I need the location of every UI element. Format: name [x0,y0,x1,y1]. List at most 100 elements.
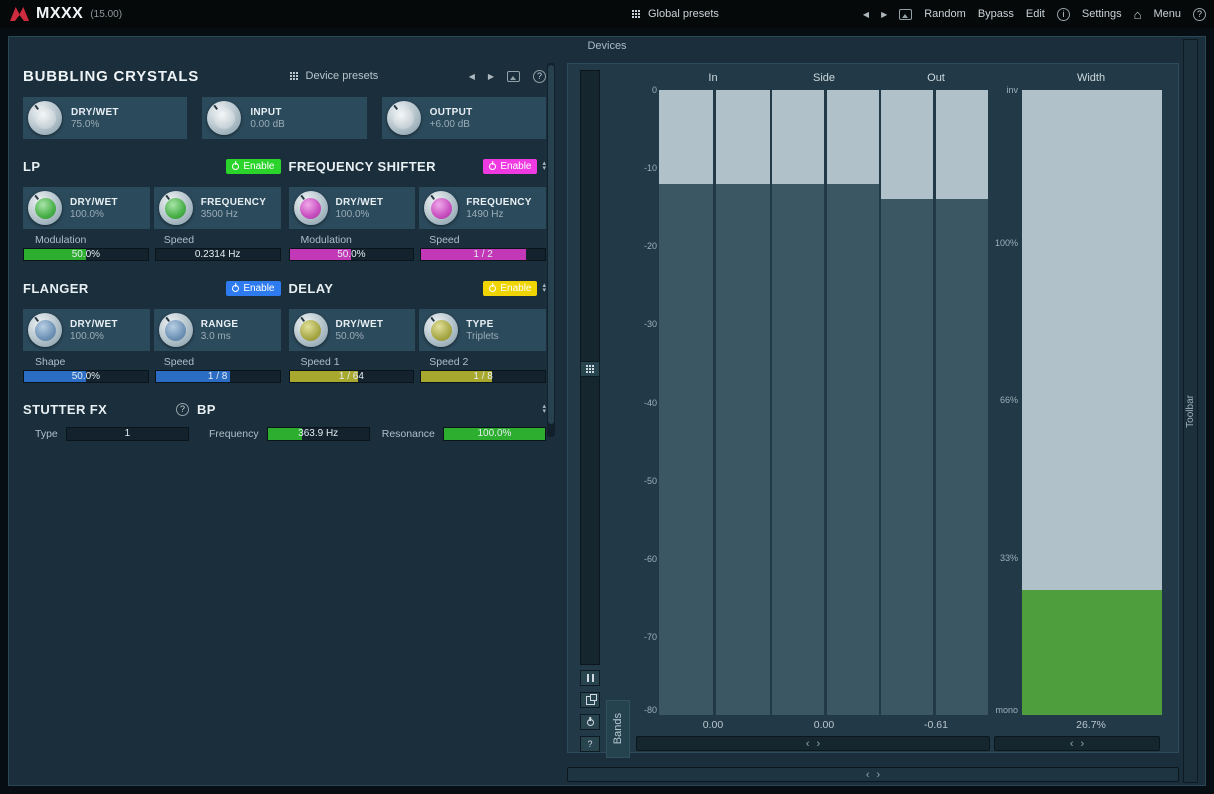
meter-grid-button[interactable] [580,361,600,377]
enable-label: Enable [500,161,531,172]
meter-help-button[interactable]: ? [580,736,600,752]
power-icon [489,163,496,170]
db-tick: -20 [611,241,657,251]
delay-type-knob[interactable]: TYPE Triplets [419,309,546,351]
meter-hscrollbar[interactable]: ‹ › [636,736,990,751]
info-icon[interactable]: i [1057,8,1070,21]
module-flanger: FLANGER Enable DRY/WET 100.0% [23,275,281,383]
bp-resonance-slider[interactable]: 100.0% [443,427,546,441]
lp-modulation-slider[interactable]: 50.0% [23,248,149,261]
shifter-modulation-slider[interactable]: 50.0% [289,248,415,261]
meter-out [881,90,988,715]
meter-width [1022,90,1162,715]
master-output-knob[interactable]: OUTPUT +6.00 dB [382,97,546,139]
module-order-spinner[interactable]: ▴▾ [542,161,546,171]
peak-in: 0.00 [703,719,723,731]
settings-button[interactable]: Settings [1082,8,1122,20]
popup-button[interactable] [580,692,600,708]
power-icon [232,285,239,292]
shifter-speed-slider[interactable]: 1 / 2 [420,248,546,261]
master-dry-wet-knob[interactable]: DRY/WET 75.0% [23,97,187,139]
bottom-hscrollbar[interactable]: ‹ › [567,767,1179,782]
module-frequency-shifter: FREQUENCY SHIFTER Enable ▴▾ [289,153,547,261]
delay-dry-wet-knob[interactable]: DRY/WET 50.0% [289,309,416,351]
flanger-speed-slider[interactable]: 1 / 8 [155,370,281,383]
delay-enable-button[interactable]: Enable [483,281,537,296]
shifter-frequency-knob[interactable]: FREQUENCY 1490 Hz [419,187,546,229]
device-panel: BUBBLING CRYSTALS Device presets ◀ ▶ ? [11,59,557,441]
knob-dial [28,101,62,135]
pause-button[interactable] [580,670,600,686]
knob-dial [28,191,62,225]
global-presets-button[interactable]: Global presets [632,8,719,20]
main-area: Devices BUBBLING CRYSTALS Device presets… [8,36,1206,786]
next-device-preset-button[interactable]: ▶ [488,72,494,81]
master-input-knob[interactable]: INPUT 0.00 dB [202,97,366,139]
db-tick: -40 [611,398,657,408]
prev-preset-button[interactable]: ◀ [863,10,869,19]
flanger-range-knob[interactable]: RANGE 3.0 ms [154,309,281,351]
global-presets-label: Global presets [648,8,719,20]
delay-speed1-slider[interactable]: 1 / 64 [289,370,415,383]
app-version: (15.00) [90,9,122,20]
flanger-enable-button[interactable]: Enable [226,281,280,296]
help-icon[interactable]: ? [1193,8,1206,21]
help-icon: ? [587,739,592,749]
menu-button[interactable]: Menu [1153,8,1181,20]
module-row-2: FLANGER Enable DRY/WET 100.0% [23,275,546,383]
scroll-right-icon[interactable]: › [817,738,821,750]
module-order-spinner[interactable]: ▴▾ [542,283,546,293]
module-title: STUTTER FX [23,402,107,417]
knob-label: DRY/WET [71,107,119,118]
bypass-button[interactable]: Bypass [978,8,1014,20]
lp-frequency-knob[interactable]: FREQUENCY 3500 Hz [154,187,281,229]
meter-side-right [827,90,879,715]
device-title: BUBBLING CRYSTALS [23,68,199,85]
db-tick: -70 [611,632,657,642]
device-presets-button[interactable]: Device presets [290,70,379,82]
meter-power-button[interactable] [580,714,600,730]
window-icon [586,696,595,705]
mxxx-window: MXXX (15.00) Global presets ◀ ▶ Random B… [0,0,1214,794]
lp-dry-wet-knob[interactable]: DRY/WET 100.0% [23,187,150,229]
lp-speed-slider[interactable]: 0.2314 Hz [155,248,281,261]
meter-zoom-track[interactable] [580,70,600,665]
next-preset-button[interactable]: ▶ [881,10,887,19]
db-tick: 0 [611,85,657,95]
tab-devices[interactable]: Devices [9,40,1205,52]
device-help-icon[interactable]: ? [533,70,546,83]
frequency-shifter-enable-button[interactable]: Enable [483,159,537,174]
width-hscrollbar[interactable]: ‹ › [994,736,1160,751]
app-title: MXXX [36,5,83,23]
image-icon[interactable] [507,71,520,82]
scroll-left-icon[interactable]: ‹ [806,738,810,750]
home-icon[interactable]: ⌂ [1134,7,1142,22]
shifter-dry-wet-knob[interactable]: DRY/WET 100.0% [289,187,416,229]
tab-toolbar[interactable]: Toolbar [1183,39,1198,783]
scroll-right-icon[interactable]: › [877,769,881,781]
scroll-left-icon[interactable]: ‹ [866,769,870,781]
meter-side-strip: ? [580,64,600,754]
lp-enable-button[interactable]: Enable [226,159,280,174]
scroll-right-icon[interactable]: › [1081,738,1085,750]
module-delay: DELAY Enable ▴▾ DRY/WET [289,275,547,383]
stutter-type-slider[interactable]: 1 [66,427,189,441]
delay-speed2-slider[interactable]: 1 / 8 [420,370,546,383]
stutter-help-icon[interactable]: ? [176,403,189,416]
module-order-spinner[interactable]: ▴▾ [542,404,546,414]
bp-frequency-slider[interactable]: 363.9 Hz [267,427,370,441]
device-panel-scrollbar[interactable] [547,63,555,437]
meter-column-label-out: Out [927,72,945,84]
flanger-dry-wet-knob[interactable]: DRY/WET 100.0% [23,309,150,351]
param-label: Type [23,428,58,440]
random-button[interactable]: Random [924,8,966,20]
image-icon[interactable] [899,9,912,20]
prev-device-preset-button[interactable]: ◀ [469,72,475,81]
melda-logo-icon[interactable] [10,7,29,21]
flanger-shape-slider[interactable]: 50.0% [23,370,149,383]
knob-dial [424,191,458,225]
knob-dial [294,191,328,225]
scroll-left-icon[interactable]: ‹ [1070,738,1074,750]
edit-button[interactable]: Edit [1026,8,1045,20]
meter-side-left [772,90,824,715]
